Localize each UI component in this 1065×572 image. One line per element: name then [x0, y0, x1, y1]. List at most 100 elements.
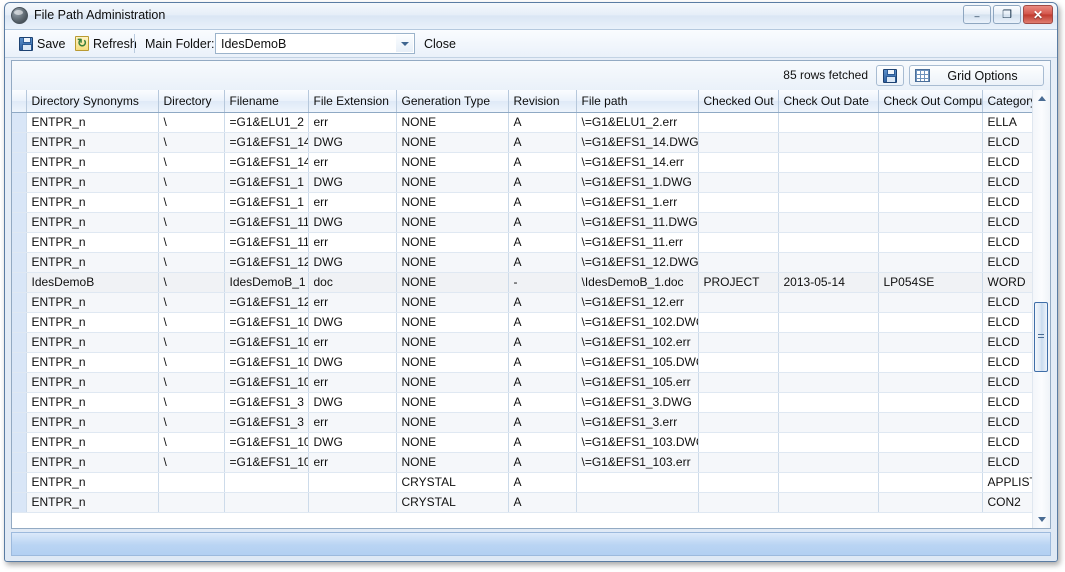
table-cell[interactable]: A: [508, 192, 577, 213]
table-cell[interactable]: =G1&EFS1_14: [224, 152, 309, 173]
row-indicator-cell[interactable]: [12, 492, 27, 513]
chevron-down-icon[interactable]: [396, 35, 413, 52]
scrollbar-thumb[interactable]: [1034, 302, 1048, 372]
table-row[interactable]: ENTPR_n \ =G1&EFS1_1 err NONE A \=G1&EFS1_1.er…: [12, 192, 1050, 213]
table-cell[interactable]: IdesDemoB: [26, 272, 159, 293]
table-cell[interactable]: [778, 292, 879, 313]
save-button[interactable]: Save: [15, 33, 70, 54]
table-cell[interactable]: [778, 112, 879, 133]
table-cell[interactable]: [698, 232, 779, 253]
table-cell[interactable]: \: [158, 312, 225, 333]
table-cell[interactable]: [158, 472, 225, 493]
table-cell[interactable]: [698, 152, 779, 173]
table-row[interactable]: ENTPR_n\=G1&EFS1_105errNONEA\=G1&EFS1_10…: [12, 372, 1050, 393]
table-cell[interactable]: ENTPR_n: [26, 252, 159, 273]
table-cell[interactable]: [778, 312, 879, 333]
table-cell[interactable]: DWG: [308, 132, 397, 153]
table-cell[interactable]: =G1&EFS1_11: [224, 232, 309, 253]
table-cell[interactable]: \=G1&EFS1_14.DWG: [576, 132, 699, 153]
table-cell[interactable]: \=G1&EFS1_102.DWG: [576, 312, 699, 333]
table-cell[interactable]: NONE: [396, 232, 509, 253]
table-row[interactable]: ENTPR_n \ =G1&EFS1_11 DWG NONE A \=G1&EFS1_11.…: [12, 212, 1050, 233]
table-cell[interactable]: \=G1&EFS1_1.DWG: [576, 172, 699, 193]
table-cell[interactable]: =G1&ELU1_2: [224, 112, 309, 133]
column-header-directory[interactable]: Directory: [158, 90, 225, 113]
table-cell[interactable]: A: [508, 292, 577, 313]
table-cell[interactable]: A: [508, 332, 577, 353]
table-row[interactable]: ENTPR_n\=G1&EFS1_103DWGNONEA\=G1&EFS1_10…: [12, 432, 1050, 453]
table-cell[interactable]: =G1&EFS1_105: [224, 352, 309, 373]
table-cell[interactable]: -: [508, 272, 577, 293]
table-cell[interactable]: =G1&EFS1_103: [224, 452, 309, 473]
table-cell[interactable]: A: [508, 212, 577, 233]
table-cell[interactable]: [576, 492, 699, 513]
table-cell[interactable]: =G1&EFS1_1: [224, 172, 309, 193]
table-cell[interactable]: err: [308, 452, 397, 473]
row-indicator-cell[interactable]: [12, 312, 27, 333]
row-indicator-cell[interactable]: [12, 272, 27, 293]
table-cell[interactable]: [778, 232, 879, 253]
table-cell[interactable]: =G1&EFS1_12: [224, 292, 309, 313]
table-cell[interactable]: CRYSTAL: [396, 472, 509, 493]
table-cell[interactable]: [878, 432, 983, 453]
table-cell[interactable]: \=G1&EFS1_103.DWG: [576, 432, 699, 453]
table-row[interactable]: ENTPR_n \ =G1&EFS1_3 DWG NONE A \=G1&EFS1_3.DW…: [12, 392, 1050, 413]
table-cell[interactable]: NONE: [396, 452, 509, 473]
table-cell[interactable]: [778, 172, 879, 193]
table-cell[interactable]: \: [158, 452, 225, 473]
table-cell[interactable]: [778, 332, 879, 353]
table-cell[interactable]: [158, 492, 225, 513]
table-cell[interactable]: \: [158, 212, 225, 233]
table-cell[interactable]: \=G1&EFS1_11.DWG: [576, 212, 699, 233]
table-cell[interactable]: NONE: [396, 132, 509, 153]
table-cell[interactable]: A: [508, 372, 577, 393]
table-cell[interactable]: err: [308, 332, 397, 353]
table-cell[interactable]: DWG: [308, 392, 397, 413]
table-cell[interactable]: =G1&EFS1_11: [224, 212, 309, 233]
table-cell[interactable]: [778, 192, 879, 213]
table-cell[interactable]: ENTPR_n: [26, 132, 159, 153]
table-cell[interactable]: [878, 412, 983, 433]
table-cell[interactable]: [698, 352, 779, 373]
table-cell[interactable]: doc: [308, 272, 397, 293]
table-cell[interactable]: NONE: [396, 332, 509, 353]
table-cell[interactable]: ENTPR_n: [26, 452, 159, 473]
table-cell[interactable]: [778, 152, 879, 173]
table-cell[interactable]: \=G1&EFS1_1.err: [576, 192, 699, 213]
table-cell[interactable]: \: [158, 192, 225, 213]
table-row[interactable]: ENTPR_n \ =G1&EFS1_12 err NONE A \=G1&EFS1_12.…: [12, 292, 1050, 313]
table-cell[interactable]: =G1&EFS1_3: [224, 412, 309, 433]
row-indicator-cell[interactable]: [12, 252, 27, 273]
table-cell[interactable]: PROJECT: [698, 272, 779, 293]
row-indicator-cell[interactable]: [12, 232, 27, 253]
table-row[interactable]: ENTPR_n \ =G1&EFS1_11 err NONE A \=G1&EFS1_11.…: [12, 232, 1050, 253]
table-cell[interactable]: =G1&EFS1_14: [224, 132, 309, 153]
table-cell[interactable]: A: [508, 252, 577, 273]
close-button[interactable]: Close: [420, 33, 460, 54]
minimize-button[interactable]: –: [963, 5, 991, 24]
table-cell[interactable]: DWG: [308, 212, 397, 233]
table-cell[interactable]: [878, 212, 983, 233]
table-cell[interactable]: NONE: [396, 372, 509, 393]
table-cell[interactable]: ENTPR_n: [26, 492, 159, 513]
table-cell[interactable]: [878, 372, 983, 393]
table-cell[interactable]: ENTPR_n: [26, 292, 159, 313]
maximize-button[interactable]: ❐: [993, 5, 1021, 24]
table-cell[interactable]: =G1&EFS1_3: [224, 392, 309, 413]
table-cell[interactable]: [698, 172, 779, 193]
table-cell[interactable]: err: [308, 412, 397, 433]
row-indicator-cell[interactable]: [12, 472, 27, 493]
table-cell[interactable]: err: [308, 112, 397, 133]
table-row[interactable]: ENTPR_n\=G1&EFS1_105DWGNONEA\=G1&EFS1_10…: [12, 352, 1050, 373]
table-cell[interactable]: \: [158, 232, 225, 253]
table-cell[interactable]: \IdesDemoB_1.doc: [576, 272, 699, 293]
table-cell[interactable]: [878, 292, 983, 313]
column-header-checked-out[interactable]: Checked Out: [698, 90, 779, 113]
table-cell[interactable]: [878, 172, 983, 193]
table-cell[interactable]: [778, 132, 879, 153]
table-cell[interactable]: \: [158, 332, 225, 353]
table-cell[interactable]: [698, 452, 779, 473]
table-cell[interactable]: A: [508, 492, 577, 513]
table-cell[interactable]: [778, 472, 879, 493]
table-cell[interactable]: NONE: [396, 152, 509, 173]
